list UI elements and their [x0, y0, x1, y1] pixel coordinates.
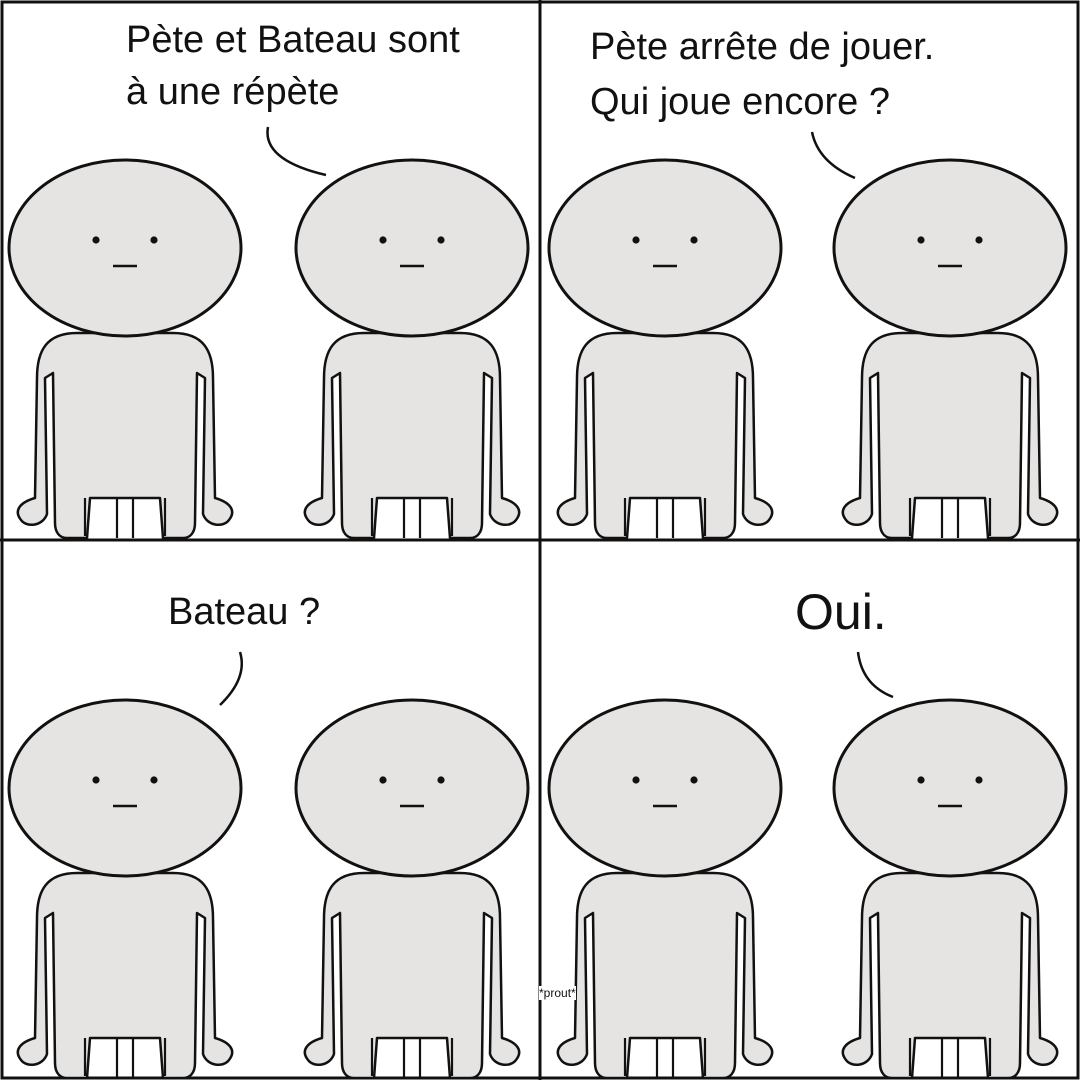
caption-line: Oui. [795, 584, 887, 640]
caption-line: Pète et Bateau sont [126, 19, 460, 61]
character-right [832, 698, 1068, 1080]
speech-tail [810, 131, 856, 180]
character-left [547, 698, 783, 1080]
panel-2-caption: Pète arrête de jouer. Qui joue encore ? [590, 20, 934, 130]
character-right [294, 158, 530, 540]
panel-3 [7, 651, 530, 1080]
sound-effect-label: *prout* [539, 986, 576, 1001]
character-right [294, 698, 530, 1080]
caption-line: Bateau ? [168, 591, 321, 633]
character-right [832, 158, 1068, 540]
panel-4-caption: Oui. [795, 582, 887, 642]
speech-tail [219, 651, 243, 706]
character-left [7, 698, 243, 1080]
character-left [547, 158, 783, 540]
speech-tail [856, 651, 894, 699]
caption-line: Qui joue encore ? [590, 81, 890, 123]
panel-4 [547, 651, 1068, 1080]
panel-2 [547, 131, 1068, 540]
panel-1-caption: Pète et Bateau sont à une répète [126, 14, 460, 118]
speech-tail [266, 126, 327, 177]
panel-1 [7, 126, 530, 540]
comic-strip [0, 0, 1080, 1080]
character-left [7, 158, 243, 540]
caption-line: à une répète [126, 71, 340, 113]
panel-3-caption: Bateau ? [168, 590, 320, 636]
caption-line: Pète arrête de jouer. [590, 26, 935, 68]
